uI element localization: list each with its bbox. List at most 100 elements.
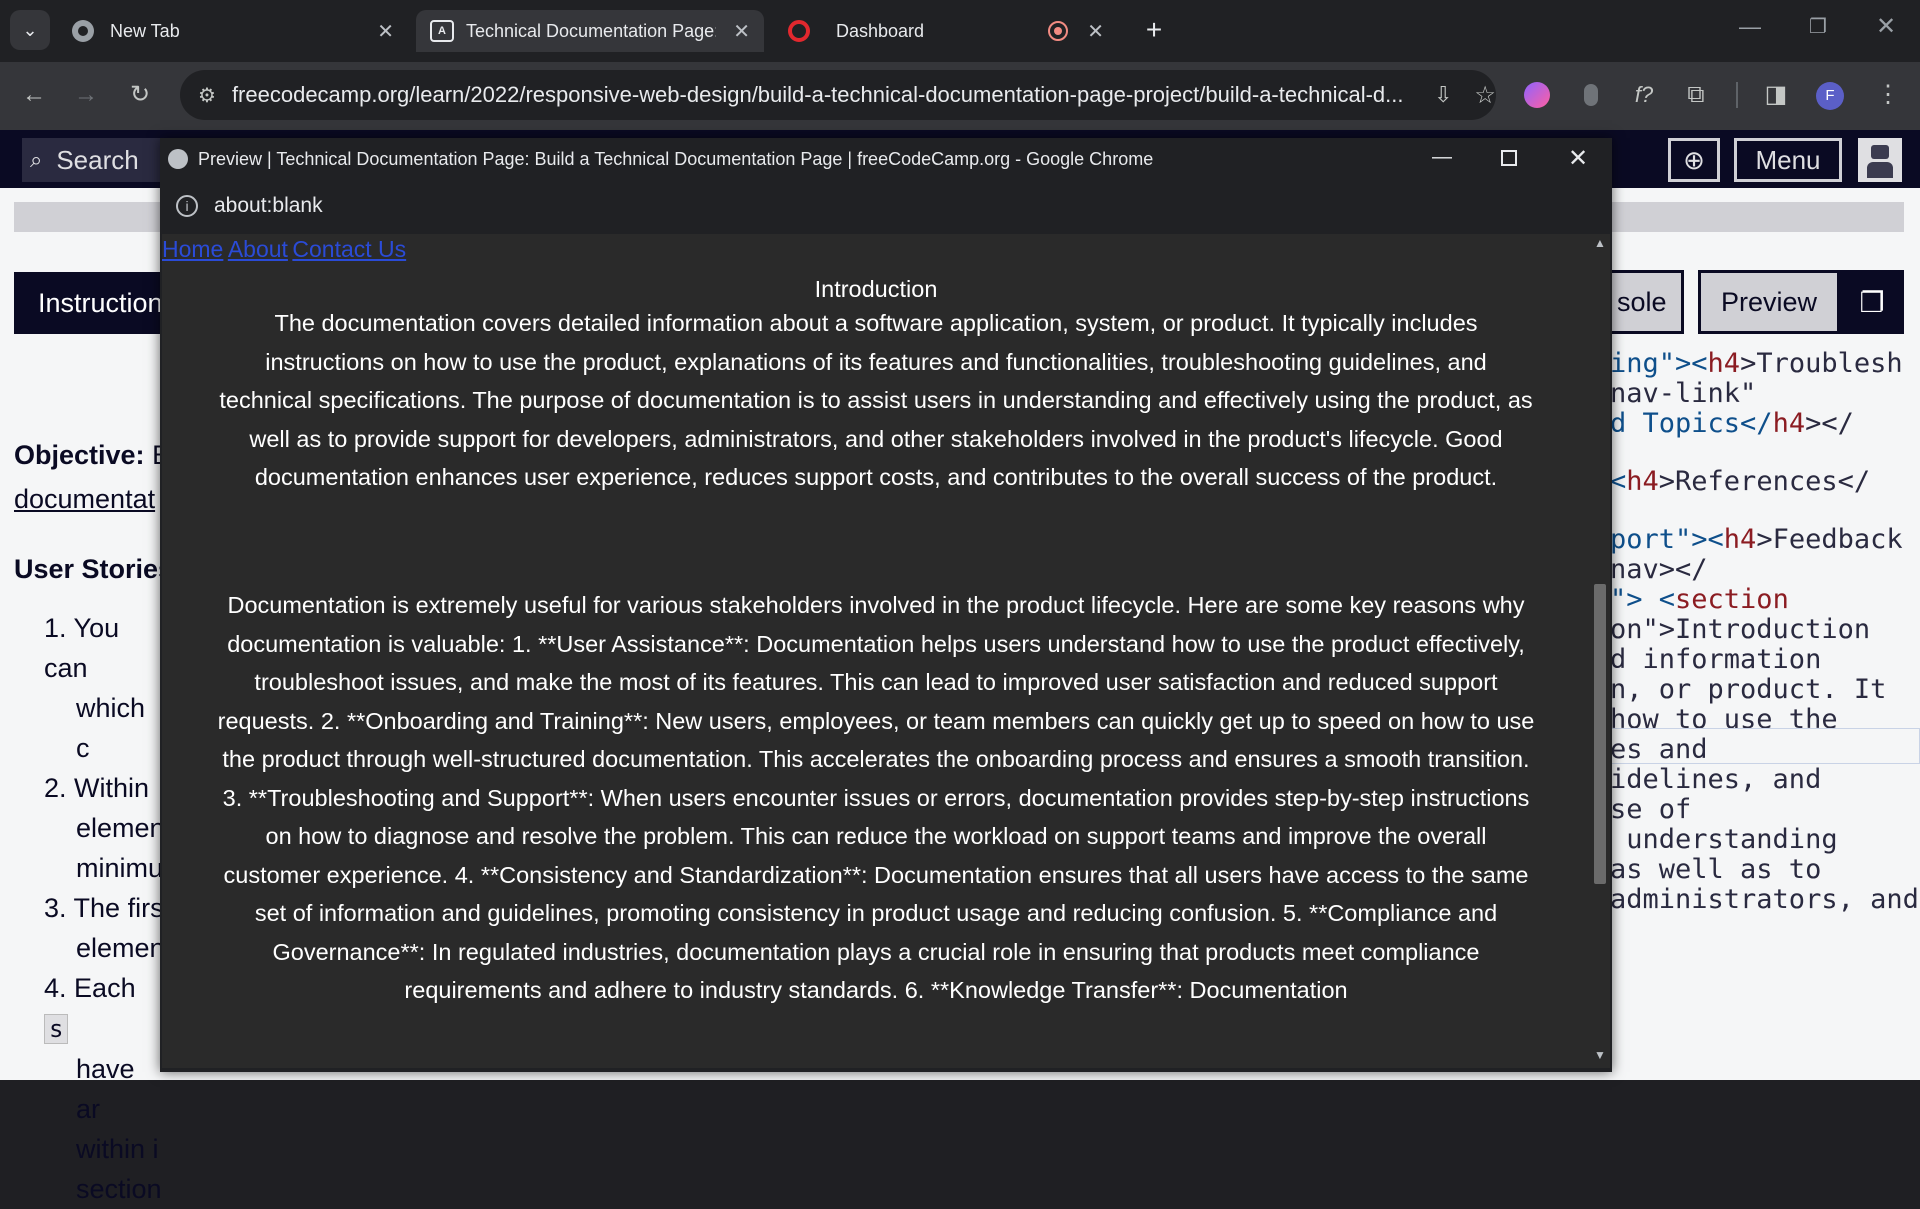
code-line: ing"><h4>Troublesh xyxy=(1610,348,1903,379)
tab-label: New Tab xyxy=(110,20,180,41)
minimize-icon: — xyxy=(1739,14,1761,39)
plus-icon: + xyxy=(1145,14,1163,45)
chevron-down-icon: ⌄ xyxy=(22,20,38,40)
search-icon: ⌕ xyxy=(30,147,43,172)
chrome-icon xyxy=(72,20,94,42)
user-stories-heading: User Stories xyxy=(14,554,174,584)
tab-search-button[interactable]: ⌄ xyxy=(10,10,50,50)
search-label: Search xyxy=(56,144,139,175)
code-line: on">Introduction xyxy=(1610,614,1871,645)
nav-link-about[interactable]: About xyxy=(228,236,288,262)
reload-button[interactable]: ↻ xyxy=(118,70,162,120)
scrollbar-thumb[interactable] xyxy=(1594,584,1606,884)
code-line: administrators, and xyxy=(1610,884,1919,915)
code-line: port"><h4>Feedback xyxy=(1610,524,1903,555)
list-item-cont: elemen xyxy=(76,813,165,843)
list-item-cont: elemen xyxy=(76,933,165,963)
tab-label: Dashboard xyxy=(836,20,925,41)
search-bar[interactable]: ⌕ Search xyxy=(22,138,162,182)
arrow-right-icon: → xyxy=(74,81,98,108)
popup-url: about:blank xyxy=(214,194,323,217)
list-item-cont: have ar xyxy=(76,1054,135,1124)
back-button[interactable]: ← xyxy=(12,70,56,120)
address-bar[interactable]: ⚙ freecodecamp.org/learn/2022/responsive… xyxy=(180,70,1496,120)
doc-navbar: Home About Contact Us xyxy=(162,236,406,263)
objective-link[interactable]: documentat xyxy=(14,484,155,515)
site-settings-icon[interactable]: ⚙ xyxy=(198,83,216,108)
formula-extension-icon[interactable]: f? xyxy=(1624,70,1664,120)
vertical-scrollbar[interactable]: ▲ ▼ xyxy=(1590,234,1610,1068)
list-item: 3. The firs xyxy=(44,893,164,923)
list-item: 2. Within xyxy=(44,773,150,803)
reload-icon: ↻ xyxy=(129,81,151,108)
url-text: freecodecamp.org/learn/2022/responsive-w… xyxy=(231,82,1404,107)
code-line: understanding xyxy=(1610,824,1838,855)
close-icon[interactable]: ✕ xyxy=(377,19,394,44)
code-line: se of xyxy=(1610,794,1692,825)
intro-paragraph: The documentation covers detailed inform… xyxy=(219,310,1533,490)
install-app-icon[interactable]: ⇩ xyxy=(1434,82,1452,108)
recording-icon xyxy=(1048,21,1068,41)
story-list: 1. You can which c 2. Within elemen mini… xyxy=(44,608,165,1209)
popup-title-bar: Preview | Technical Documentation Page: … xyxy=(160,138,1612,180)
brain-extension-icon[interactable] xyxy=(1524,82,1550,108)
list-item: 4. Each s xyxy=(44,973,136,1044)
close-icon: ✕ xyxy=(1875,13,1897,40)
code-editor[interactable]: ation ><h4>APIing"><h4>Troubleshnav-link… xyxy=(1600,338,1920,1080)
more-options-icon[interactable]: ⋮ xyxy=(1868,70,1908,120)
code-cursor-line-highlight xyxy=(1600,728,1920,764)
freecodecamp-icon: A xyxy=(430,20,454,42)
forward-button[interactable]: → xyxy=(64,70,108,120)
close-popup-button[interactable]: ✕ xyxy=(1568,144,1588,173)
popup-address-bar[interactable]: i about:blank xyxy=(160,180,1612,232)
tab-preview[interactable]: Preview xyxy=(1698,270,1840,334)
open-preview-window-button[interactable]: ❐ xyxy=(1840,270,1904,334)
preview-viewport: Home About Contact Us Introduction The d… xyxy=(162,234,1590,1068)
minimize-popup-button[interactable]: — xyxy=(1432,146,1452,169)
value-paragraph: Documentation is extremely useful for va… xyxy=(217,592,1535,1003)
inline-code: s xyxy=(44,1014,69,1044)
user-avatar[interactable] xyxy=(1858,138,1902,182)
code-line: n, or product. It xyxy=(1610,674,1887,705)
new-window-icon: ❐ xyxy=(1859,286,1885,318)
list-item-cont: which c xyxy=(76,693,146,763)
menu-button[interactable]: Menu xyxy=(1734,138,1842,182)
close-icon[interactable]: ✕ xyxy=(1087,19,1104,44)
tab-new-tab[interactable]: New Tab ✕ xyxy=(62,10,408,52)
code-line: nav></ xyxy=(1610,554,1708,585)
scroll-up-arrow-icon[interactable]: ▲ xyxy=(1594,236,1606,250)
language-button[interactable]: ⊕ xyxy=(1668,138,1720,182)
arrow-left-icon: ← xyxy=(22,81,46,108)
nav-link-contact[interactable]: Contact Us xyxy=(292,236,406,262)
extension-gray-icon[interactable] xyxy=(1584,84,1598,106)
freecodecamp-icon xyxy=(168,149,188,169)
close-icon[interactable]: ✕ xyxy=(733,19,750,44)
close-window-button[interactable]: ✕ xyxy=(1866,12,1906,42)
side-panel-icon[interactable]: ◨ xyxy=(1756,70,1796,120)
menu-label: Menu xyxy=(1755,144,1821,175)
divider xyxy=(1736,82,1738,108)
tab-technical-documentation[interactable]: A Technical Documentation Page: ✕ xyxy=(416,10,764,52)
opera-icon xyxy=(788,20,810,42)
code-line: d information xyxy=(1610,644,1822,675)
maximize-popup-button[interactable] xyxy=(1501,150,1517,166)
code-line: nav-link" xyxy=(1610,378,1757,409)
profile-avatar[interactable]: F xyxy=(1816,82,1844,110)
list-item: 1. You can xyxy=(44,613,120,683)
puzzle-extensions-icon[interactable]: ⧉ xyxy=(1676,70,1716,120)
popup-title: Preview | Technical Documentation Page: … xyxy=(198,148,1154,169)
nav-link-home[interactable]: Home xyxy=(162,236,223,262)
tab-dashboard[interactable]: Dashboard ✕ xyxy=(772,10,1118,52)
extensions-area: f? ⧉ ◨ F ⋮ xyxy=(1500,70,1920,120)
code-line: <h4>References</ xyxy=(1610,466,1871,497)
info-icon: i xyxy=(176,195,198,217)
list-item-cont: within i xyxy=(76,1134,159,1164)
restore-window-button[interactable]: ❐ xyxy=(1798,14,1838,44)
bookmark-star-icon[interactable]: ☆ xyxy=(1474,81,1496,110)
scroll-down-arrow-icon[interactable]: ▼ xyxy=(1594,1048,1606,1062)
tab-instructions[interactable]: Instruction xyxy=(14,272,174,334)
tab-strip: ⌄ New Tab ✕ A Technical Documentation Pa… xyxy=(0,0,1920,62)
list-item-cont: minimu xyxy=(76,853,164,883)
minimize-window-button[interactable]: — xyxy=(1730,14,1770,44)
new-tab-button[interactable]: + xyxy=(1136,12,1172,48)
